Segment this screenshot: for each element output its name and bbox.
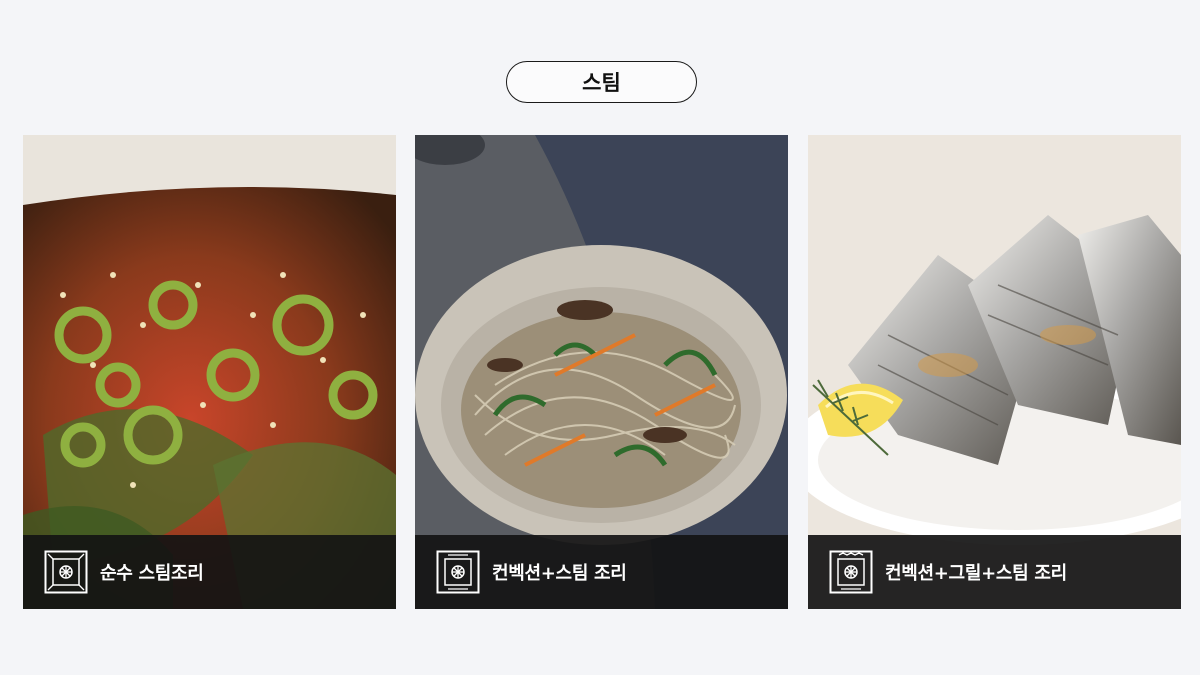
caption-bar: 컨벡션+스팀 조리 [415,535,788,609]
cooking-mode-card-pure-steam[interactable]: 순수 스팀조리 [23,135,396,609]
cooking-mode-card-convection-grill-steam[interactable]: 컨벡션+그릴+스팀 조리 [808,135,1181,609]
cooking-mode-label: 컨벡션+그릴+스팀 조리 [885,563,1067,584]
oven-convection-steam-icon [436,550,480,594]
caption-bar: 순수 스팀조리 [23,535,396,609]
caption-bar: 컨벡션+그릴+스팀 조리 [808,535,1181,609]
cooking-mode-label: 순수 스팀조리 [100,563,204,584]
cooking-mode-label: 컨벡션+스팀 조리 [492,563,627,584]
cooking-mode-card-convection-steam[interactable]: 컨벡션+스팀 조리 [415,135,788,609]
oven-steam-icon [44,550,88,594]
oven-convection-grill-steam-icon [829,550,873,594]
steam-cooking-section: 스팀 순수 스팀조리 컨벡션+스팀 조리 컨벡션+그릴+스팀 조리 [0,0,1200,675]
steam-mode-title-pill[interactable]: 스팀 [506,61,697,103]
